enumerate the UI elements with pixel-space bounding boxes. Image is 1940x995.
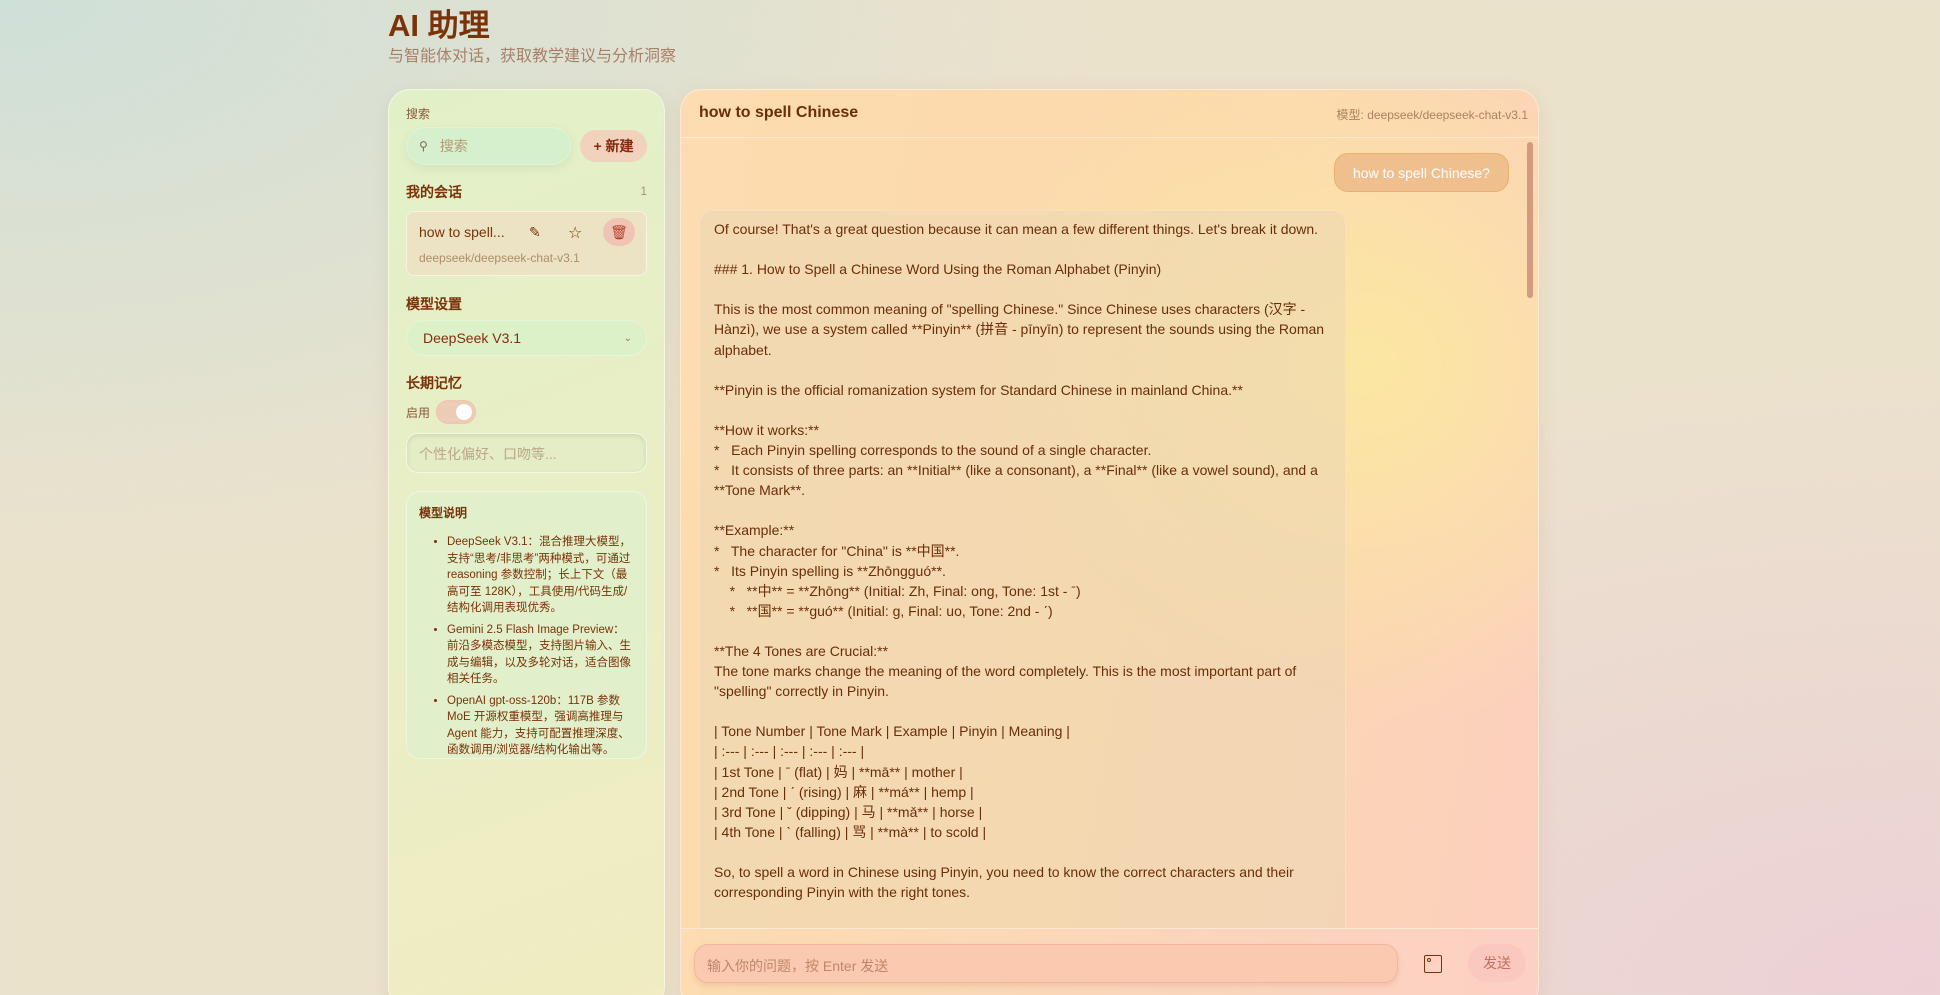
input-bar: 输入你的问题，按 Enter 发送 发送 [681,928,1538,995]
search-placeholder: 搜索 [439,138,468,154]
search-icon: ⚲ [419,139,428,153]
conversation-model: deepseek/deepseek-chat-v3.1 [419,251,580,265]
memory-toggle-label: 启用 [406,406,431,420]
conversation-item[interactable]: how to spell... ✎ ☆ 🗑 deepseek/deepseek-… [406,211,647,276]
search-input[interactable]: ⚲ 搜索 [406,127,571,165]
model-info-item: DeepSeek V3.1：混合推理大模型，支持“思考/非思考”两种模式，可通过… [447,534,634,617]
chat-panel: how to spell Chinese 模型: deepseek/deepse… [680,89,1539,995]
new-conversation-button[interactable]: + 新建 [580,130,647,162]
memory-heading: 长期记忆 [406,375,462,391]
page-subtitle: 与智能体对话，获取教学建议与分析洞察 [388,48,677,65]
model-info-item: OpenAI gpt-oss-120b：117B 参数 MoE 开源权重模型，强… [447,693,634,759]
edit-icon[interactable]: ✎ [529,224,541,241]
search-label: 搜索 [406,107,431,121]
memory-textarea[interactable]: 个性化偏好、口吻等... [406,433,647,473]
model-info-item: Gemini 2.5 Flash Image Preview：前沿多模态模型，支… [447,622,634,688]
conversation-title: how to spell... [419,224,505,240]
model-info-box: 模型说明 DeepSeek V3.1：混合推理大模型，支持“思考/非思考”两种模… [406,491,647,759]
page-title: AI 助理 [388,8,490,43]
conversations-heading: 我的会话 [406,184,462,200]
chat-title: how to spell Chinese [699,104,859,121]
user-message: how to spell Chinese? [1334,153,1509,192]
chevron-down-icon: ⌄ [623,332,632,344]
model-info-heading: 模型说明 [419,506,468,520]
memory-toggle[interactable] [436,400,476,424]
model-select[interactable]: DeepSeek V3.1 ⌄ [406,320,647,356]
chat-model-label: 模型: deepseek/deepseek-chat-v3.1 [1336,108,1528,122]
assistant-message: Of course! That's a great question becau… [699,210,1346,995]
conversations-count: 1 [640,184,647,198]
star-icon[interactable]: ☆ [568,223,582,243]
header-divider [681,137,1538,138]
send-button[interactable]: 发送 [1468,944,1526,982]
message-input[interactable]: 输入你的问题，按 Enter 发送 [694,944,1398,983]
scrollbar[interactable] [1527,142,1533,298]
trash-icon[interactable]: 🗑 [603,218,635,246]
model-settings-heading: 模型设置 [406,296,462,312]
sidebar: 搜索 ⚲ 搜索 + 新建 我的会话 1 how to spell... ✎ ☆ 🗑… [388,89,665,995]
model-select-value: DeepSeek V3.1 [423,330,522,346]
image-upload-icon[interactable] [1424,955,1442,973]
